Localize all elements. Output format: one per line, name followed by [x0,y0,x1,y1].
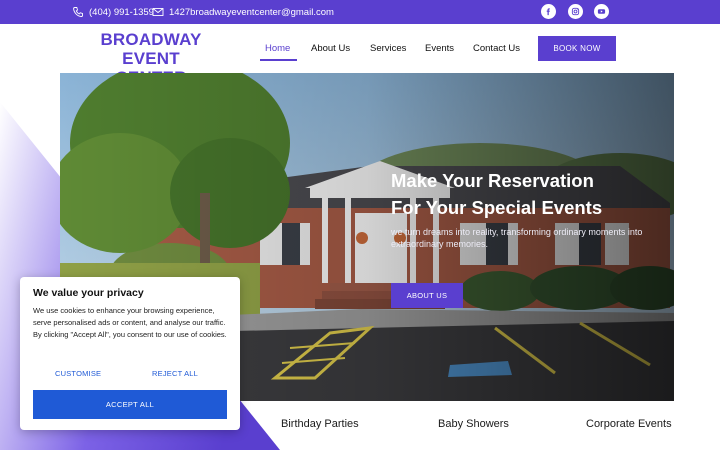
nav-home[interactable]: Home [265,43,290,54]
mail-icon [152,6,164,18]
top-bar: (404) 991-1359 1427broadwayeventcenter@g… [0,0,720,24]
email-contact[interactable]: 1427broadwayeventcenter@gmail.com [152,0,334,24]
hero-title: Make Your Reservation For Your Special E… [391,167,671,221]
logo-line-1: BROADWAY [100,30,202,49]
customise-button[interactable]: CUSTOMISE [55,369,101,378]
accept-all-button[interactable]: ACCEPT ALL [33,390,227,419]
service-corporate-events[interactable]: Corporate Events [586,418,672,430]
service-birthday-parties[interactable]: Birthday Parties [281,418,359,430]
cookie-title: We value your privacy [33,287,144,299]
phone-number[interactable]: (404) 991-1359 [89,7,154,18]
nav-contact-us[interactable]: Contact Us [473,43,520,54]
book-now-button[interactable]: BOOK NOW [538,36,616,61]
hero-title-line-1: Make Your Reservation [391,170,594,191]
nav-events[interactable]: Events [425,43,454,54]
phone-icon [72,6,84,18]
nav-services[interactable]: Services [370,43,406,54]
cookie-consent-banner: We value your privacy We use cookies to … [20,277,240,430]
youtube-icon[interactable] [594,4,609,19]
hero-title-line-2: For Your Special Events [391,197,603,218]
reject-all-button[interactable]: REJECT ALL [152,369,198,378]
phone-contact[interactable]: (404) 991-1359 [72,0,154,24]
service-baby-showers[interactable]: Baby Showers [438,418,509,430]
email-address[interactable]: 1427broadwayeventcenter@gmail.com [169,7,334,18]
facebook-icon[interactable] [541,4,556,19]
site-header: BROADWAY EVENT CENTER Home About Us Serv… [0,24,720,87]
nav-about-us[interactable]: About Us [311,43,350,54]
instagram-icon[interactable] [568,4,583,19]
about-us-button[interactable]: ABOUT US [391,283,463,308]
active-nav-underline [260,59,297,61]
hero-subtitle: we turn dreams into reality, transformin… [391,227,643,249]
cookie-body: We use cookies to enhance your browsing … [33,306,227,339]
